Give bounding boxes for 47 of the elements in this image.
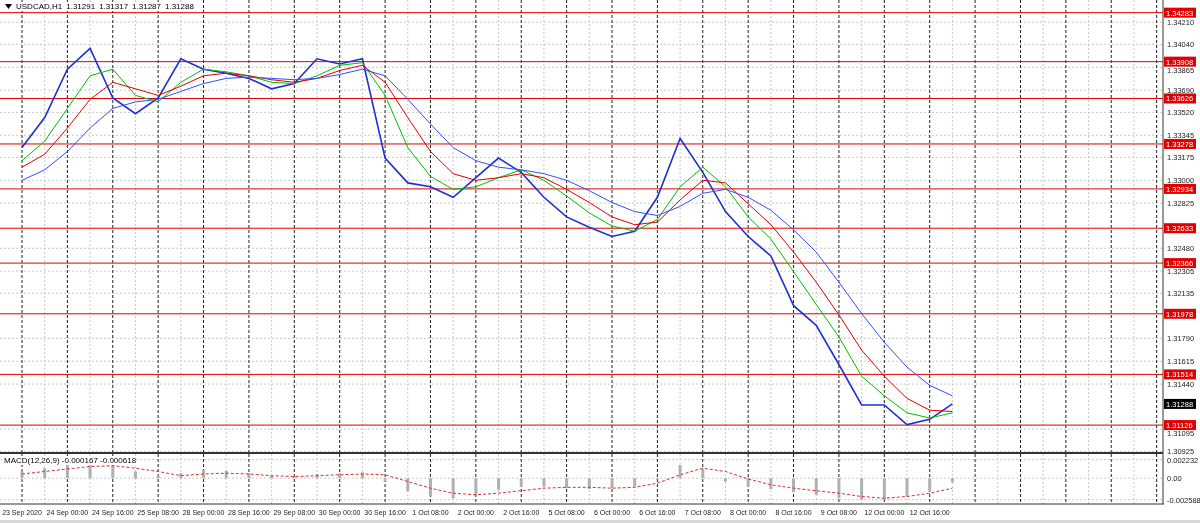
histogram-bar xyxy=(746,478,750,487)
histogram-bar xyxy=(338,473,342,479)
histogram-bar xyxy=(360,472,364,479)
histogram-bar xyxy=(678,464,682,479)
histogram-bar xyxy=(406,478,410,492)
histogram-bar xyxy=(587,478,591,489)
histogram-bar xyxy=(723,478,727,482)
ohlc-value: 1.31288 xyxy=(165,2,194,11)
symbol-label: USDCAD,H1 xyxy=(16,2,63,11)
histogram-bar xyxy=(315,474,319,479)
ohlc-value: 1.31317 xyxy=(99,2,129,11)
histogram-bar xyxy=(837,478,841,499)
histogram-bar xyxy=(224,470,228,479)
histogram-bar xyxy=(270,475,274,479)
histogram-bar xyxy=(792,478,796,493)
histogram-bar xyxy=(156,475,160,479)
histogram-bar xyxy=(701,469,705,479)
ohlc-value: 1.31287 xyxy=(132,2,161,11)
dropdown-triangle-icon[interactable] xyxy=(5,4,12,9)
histogram-bar xyxy=(565,478,569,489)
histogram-bar xyxy=(542,478,546,487)
histogram-bar xyxy=(610,478,614,489)
histogram-bar xyxy=(814,478,818,495)
histogram-bar xyxy=(474,478,478,495)
histogram-bar xyxy=(428,478,432,497)
histogram-bar xyxy=(247,473,251,479)
histogram-bar xyxy=(497,478,501,490)
histogram-bar xyxy=(633,478,637,487)
histogram-bar xyxy=(905,478,909,497)
histogram-bar xyxy=(882,478,886,500)
histogram-bar xyxy=(65,464,69,479)
histogram-bar xyxy=(451,478,455,499)
histogram-bar xyxy=(20,471,24,479)
ohlc-value: 1.31291 xyxy=(66,2,96,11)
histogram-bar xyxy=(292,476,296,479)
histogram-bar xyxy=(179,473,183,479)
histogram-bar xyxy=(111,465,115,479)
histogram-bar xyxy=(769,478,773,489)
histogram-bar xyxy=(860,478,864,500)
histogram-bar xyxy=(383,478,387,482)
indicator-label: MACD(12,26,9) -0.000167 -0.000618 xyxy=(4,456,137,465)
histogram-bar xyxy=(43,468,47,479)
histogram-bar xyxy=(928,478,932,492)
histogram-bar xyxy=(519,478,523,487)
histogram-bar xyxy=(133,471,137,479)
histogram-bar xyxy=(950,478,954,483)
histogram-bar xyxy=(202,469,206,479)
